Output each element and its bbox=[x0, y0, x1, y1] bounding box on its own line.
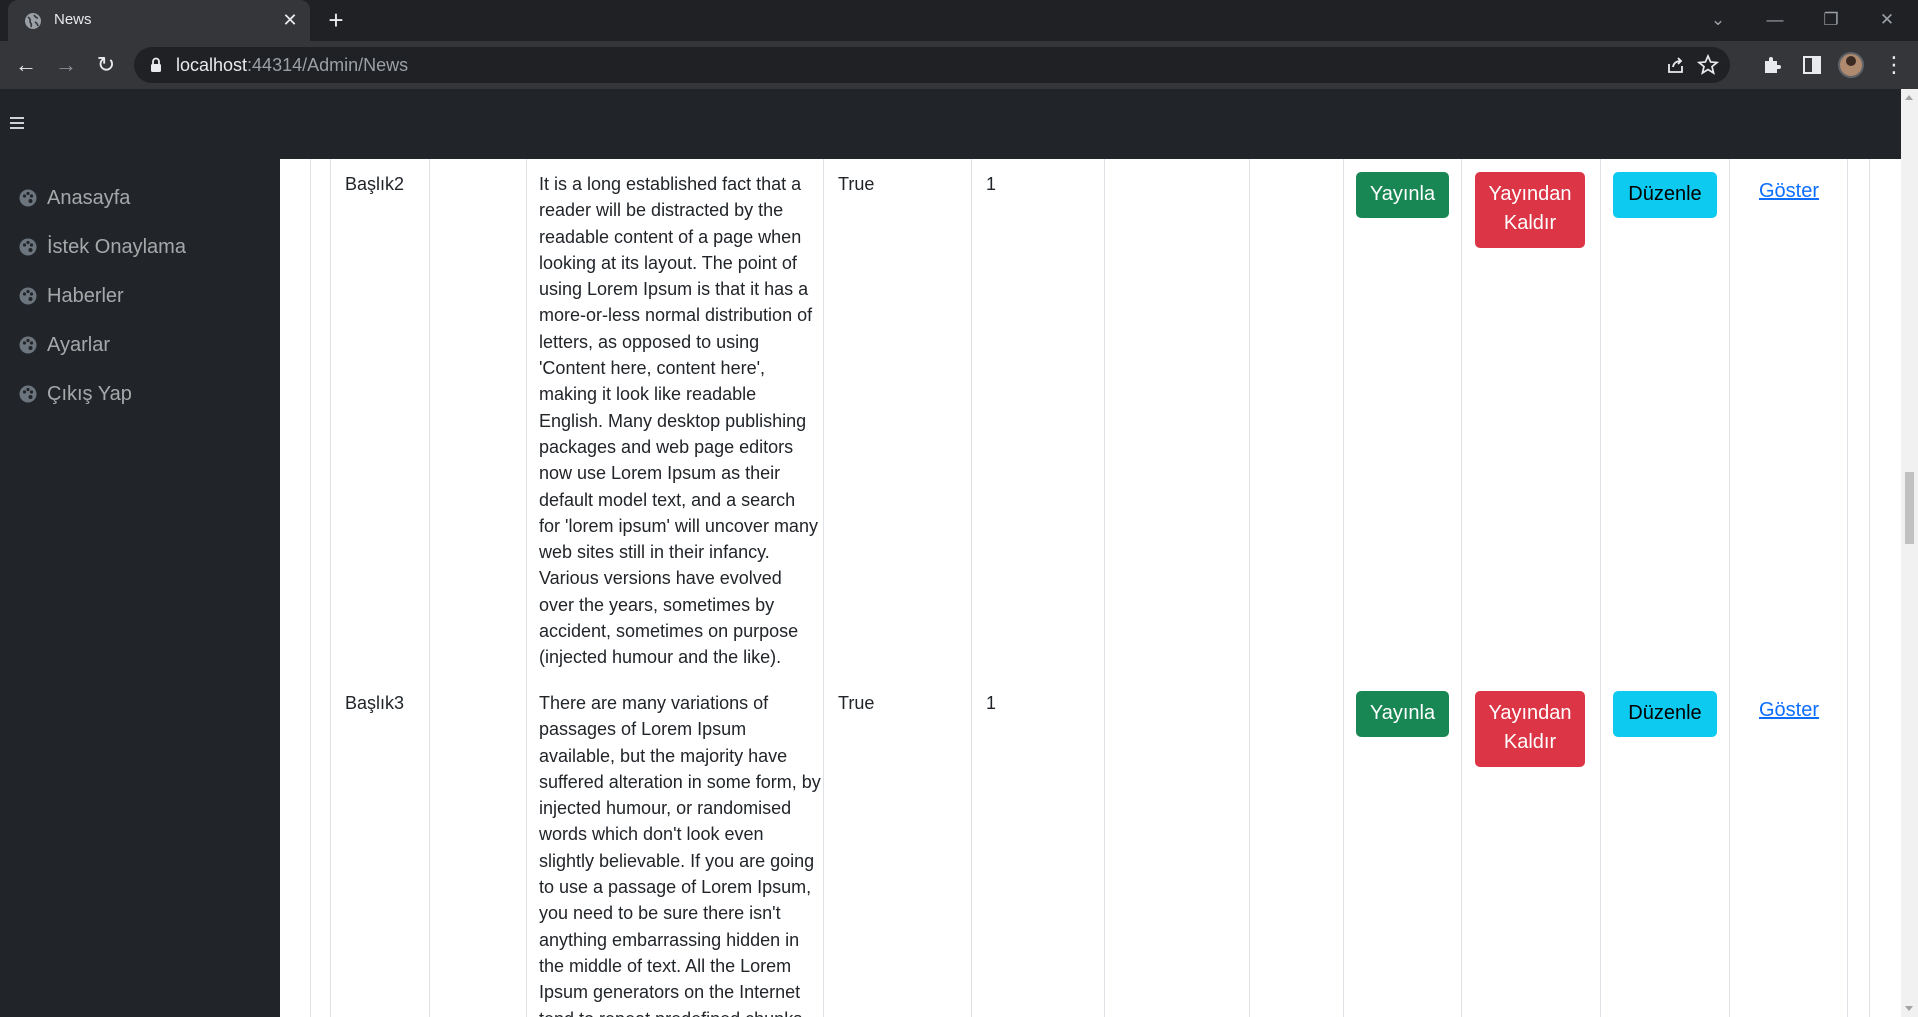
news-table: Başlık2 It is a long established fact th… bbox=[310, 159, 1870, 1017]
sidebar: Anasayfa İstek Onaylama Haberler Ayarlar… bbox=[0, 159, 280, 1017]
show-link[interactable]: Göster bbox=[1759, 180, 1819, 203]
unpublish-button[interactable]: Yayından Kaldır bbox=[1475, 172, 1585, 248]
back-icon[interactable]: ← bbox=[10, 49, 42, 81]
lock-icon bbox=[151, 57, 161, 72]
news-count: 1 bbox=[986, 174, 997, 194]
news-title: Başlık3 bbox=[345, 693, 405, 713]
news-content: It is a long established fact that a rea… bbox=[539, 174, 818, 668]
profile-avatar[interactable] bbox=[1838, 52, 1864, 78]
bookmark-star-icon[interactable] bbox=[1696, 53, 1720, 77]
palette-icon bbox=[19, 385, 37, 403]
reload-icon[interactable]: ↻ bbox=[90, 49, 122, 81]
edit-button[interactable]: Düzenle bbox=[1613, 172, 1717, 218]
url-path: :44314/Admin/News bbox=[247, 55, 409, 75]
column-border bbox=[1869, 159, 1870, 1017]
restore-icon[interactable]: ❐ bbox=[1816, 6, 1846, 34]
sidebar-item-istek-onaylama[interactable]: İstek Onaylama bbox=[0, 224, 280, 270]
address-bar[interactable]: localhost:44314/Admin/News bbox=[134, 47, 1730, 83]
column-border bbox=[1343, 159, 1344, 1017]
column-border bbox=[330, 159, 331, 1017]
close-tab-icon[interactable]: ✕ bbox=[280, 10, 300, 30]
browser-menu-icon[interactable]: ⋮ bbox=[1880, 49, 1908, 81]
side-panel-icon[interactable] bbox=[1800, 53, 1824, 77]
sidebar-item-label: Çıkış Yap bbox=[47, 383, 132, 405]
publish-button[interactable]: Yayınla bbox=[1356, 691, 1449, 737]
new-tab-icon[interactable]: + bbox=[322, 6, 350, 34]
unpublish-button[interactable]: Yayından Kaldır bbox=[1475, 691, 1585, 767]
palette-icon bbox=[19, 189, 37, 207]
news-status: True bbox=[838, 174, 875, 194]
share-icon[interactable] bbox=[1664, 53, 1688, 77]
hamburger-menu-icon[interactable] bbox=[8, 114, 28, 134]
column-border bbox=[429, 159, 430, 1017]
palette-icon bbox=[19, 336, 37, 354]
sidebar-item-label: Haberler bbox=[47, 285, 124, 307]
column-border bbox=[1104, 159, 1105, 1017]
url-text: localhost:44314/Admin/News bbox=[176, 55, 408, 76]
browser-tab[interactable]: News ✕ bbox=[8, 0, 310, 41]
show-link[interactable]: Göster bbox=[1759, 699, 1819, 722]
sidebar-item-label: İstek Onaylama bbox=[47, 236, 186, 258]
sidebar-item-ayarlar[interactable]: Ayarlar bbox=[0, 322, 280, 368]
column-border bbox=[1847, 159, 1848, 1017]
forward-icon[interactable]: → bbox=[50, 49, 82, 81]
scroll-up-arrow-icon[interactable] bbox=[1905, 95, 1913, 100]
page-scrollbar[interactable] bbox=[1901, 89, 1918, 1017]
close-window-icon[interactable]: ✕ bbox=[1872, 6, 1902, 34]
tab-search-icon[interactable]: ⌄ bbox=[1703, 6, 1733, 34]
column-border bbox=[823, 159, 824, 1017]
scrollbar-thumb[interactable] bbox=[1905, 472, 1914, 544]
url-host: localhost bbox=[176, 55, 248, 75]
column-border bbox=[1249, 159, 1250, 1017]
sidebar-item-cikis-yap[interactable]: Çıkış Yap bbox=[0, 371, 280, 417]
column-border bbox=[310, 159, 311, 1017]
main-content: Başlık2 It is a long established fact th… bbox=[280, 159, 1901, 1017]
sidebar-item-haberler[interactable]: Haberler bbox=[0, 273, 280, 319]
publish-button[interactable]: Yayınla bbox=[1356, 172, 1449, 218]
sidebar-item-label: Ayarlar bbox=[47, 334, 110, 356]
news-count: 1 bbox=[986, 693, 997, 713]
palette-icon bbox=[19, 287, 37, 305]
palette-icon bbox=[19, 238, 37, 256]
browser-tab-strip: News ✕ + ⌄ — ❐ ✕ bbox=[0, 0, 1918, 41]
sidebar-item-anasayfa[interactable]: Anasayfa bbox=[0, 175, 280, 221]
top-navbar bbox=[0, 89, 1901, 159]
admin-app: Anasayfa İstek Onaylama Haberler Ayarlar… bbox=[0, 89, 1901, 1017]
news-content: There are many variations of passages of… bbox=[539, 693, 821, 1017]
news-title: Başlık2 bbox=[345, 174, 405, 194]
sidebar-item-label: Anasayfa bbox=[47, 187, 131, 209]
extensions-icon[interactable] bbox=[1760, 53, 1784, 77]
column-border bbox=[1600, 159, 1601, 1017]
column-border bbox=[971, 159, 972, 1017]
tab-title: News bbox=[54, 11, 92, 28]
column-border bbox=[526, 159, 527, 1017]
globe-icon bbox=[25, 13, 41, 29]
news-status: True bbox=[838, 693, 875, 713]
edit-button[interactable]: Düzenle bbox=[1613, 691, 1717, 737]
browser-toolbar: ← → ↻ localhost:44314/Admin/News ⋮ bbox=[0, 41, 1918, 89]
scroll-down-arrow-icon[interactable] bbox=[1905, 1006, 1913, 1011]
column-border bbox=[1461, 159, 1462, 1017]
minimize-icon[interactable]: — bbox=[1760, 6, 1790, 34]
column-border bbox=[1729, 159, 1730, 1017]
